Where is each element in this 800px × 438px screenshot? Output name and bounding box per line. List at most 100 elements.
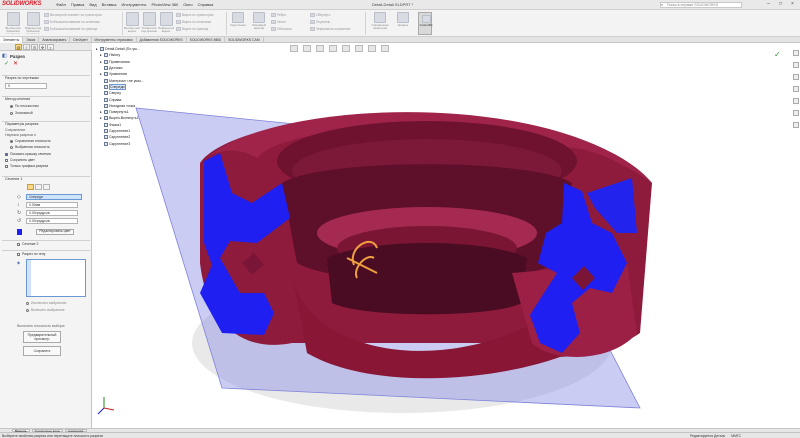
cancel-icon[interactable]: ✕: [13, 61, 18, 67]
method-by-planes-radio[interactable]: По плоскостям: [10, 104, 39, 108]
sweep-boss-item[interactable]: Вытянутый элемент по траектории: [44, 13, 102, 17]
reference-plane-radio[interactable]: Справочная плоскость: [10, 139, 51, 143]
graphics-area[interactable]: ✓: [92, 43, 800, 428]
hide-show-icon[interactable]: [355, 45, 363, 52]
dimxpert-manager-tab[interactable]: ✥: [39, 44, 46, 50]
display-style-icon[interactable]: [342, 45, 350, 52]
rotation-x-field[interactable]: 0.00градусов: [26, 210, 78, 216]
offset-value-field[interactable]: 0: [5, 83, 47, 89]
revolved-cut-button[interactable]: Повернутый вырез: [158, 12, 174, 34]
fillet-button[interactable]: Скругление: [230, 12, 246, 27]
section2-checkbox[interactable]: Сечение 2: [17, 242, 38, 246]
extruded-cut-button[interactable]: Вытянутый вырез: [124, 12, 140, 34]
exclude-selected-radio[interactable]: Исключить выбранное: [26, 301, 67, 305]
file-explorer-icon[interactable]: [793, 86, 799, 92]
selected-plane-radio[interactable]: Выбранная плоскость: [10, 145, 50, 149]
front-plane-icon[interactable]: [27, 184, 34, 190]
expand-arrow-icon[interactable]: ▸: [100, 110, 103, 114]
close-icon[interactable]: ×: [789, 1, 796, 8]
section-by-body-checkbox[interactable]: Разрез по телу: [17, 252, 45, 256]
curves-icon: [397, 12, 409, 23]
tree-item[interactable]: Скругление3: [96, 140, 170, 146]
feature-icon: [104, 122, 108, 127]
tree-item-label: Вырез-Вытянуть1: [109, 116, 139, 121]
reference-geometry-button[interactable]: Справочная геометрия: [370, 12, 390, 31]
boundary-cut-item[interactable]: Вырез по границе: [176, 27, 208, 31]
sweep-icon: [44, 13, 49, 17]
top-plane-icon[interactable]: [35, 184, 42, 190]
wrap-icon: [310, 13, 315, 17]
preview-button[interactable]: Предварительный просмотр: [23, 331, 61, 343]
property-manager-tab[interactable]: ▤: [15, 44, 22, 50]
accept-icon[interactable]: ✓: [4, 61, 9, 67]
appearance-icon[interactable]: [368, 45, 376, 52]
include-plane-label: Включить плоскость выбора: [17, 324, 65, 328]
view-orientation-icon[interactable]: [329, 45, 337, 52]
lofted-cut-item[interactable]: Вырез по сечениям: [176, 20, 211, 24]
section-view-icon[interactable]: [316, 45, 324, 52]
shell-item[interactable]: Оболочка: [271, 27, 292, 31]
view-palette-icon[interactable]: [793, 98, 799, 104]
offset-distance-field[interactable]: 0.00мм: [26, 202, 78, 208]
wrap-item[interactable]: Обернуть: [310, 13, 330, 17]
feature-icon: [104, 97, 108, 102]
draft-item[interactable]: Уклон: [271, 20, 286, 24]
display-manager-tab[interactable]: ◐: [47, 44, 54, 50]
menu-item-help[interactable]: Справка: [198, 2, 214, 7]
expand-arrow-icon[interactable]: ▸: [96, 47, 99, 51]
maximize-icon[interactable]: □: [777, 1, 784, 8]
curves-button[interactable]: Кривые: [395, 12, 411, 27]
zoom-area-icon[interactable]: [303, 45, 311, 52]
swept-cut-item[interactable]: Вырез по траектории: [176, 13, 213, 17]
menu-item-insert[interactable]: Вставка: [102, 2, 117, 7]
rotation-y-field[interactable]: 0.00градусов: [26, 218, 78, 224]
loft-boss-item[interactable]: Бобышка/основание по сечениям: [44, 20, 100, 24]
show-cap-checkbox[interactable]: Показать крышку сечения: [5, 152, 51, 156]
menu-item-view[interactable]: Вид: [89, 2, 96, 7]
expand-arrow-icon[interactable]: ▸: [100, 116, 103, 120]
design-library-icon[interactable]: [793, 74, 799, 80]
scene-icon[interactable]: [381, 45, 389, 52]
document-title: Detail-Detail.SLDPRT *: [372, 2, 414, 7]
hole-wizard-button[interactable]: Отверстие под крепеж: [141, 12, 157, 34]
menu-item-edit[interactable]: Правка: [71, 2, 85, 7]
extrude-boss-button[interactable]: Вытянутая бобышка/основание: [4, 12, 22, 34]
config-manager-tab[interactable]: ☰: [31, 44, 38, 50]
plane-selection-field[interactable]: Спереди: [26, 194, 82, 200]
revolve-boss-button[interactable]: Повернутая бобышка/основание: [24, 12, 42, 34]
menu-item-file[interactable]: Файл: [56, 2, 66, 7]
resources-icon[interactable]: [793, 62, 799, 68]
minimize-icon[interactable]: –: [765, 1, 772, 8]
search-input[interactable]: Поиск в справке SOLIDWORKS: [660, 1, 742, 8]
method-zonal-radio[interactable]: Зональный: [10, 111, 33, 115]
instant3d-button[interactable]: Instant3D: [418, 12, 432, 35]
menu-item-tools[interactable]: Инструменты: [121, 2, 146, 7]
units-status[interactable]: ММГС: [731, 434, 741, 438]
tree-item-label: Датчики: [109, 66, 123, 71]
appearances-icon[interactable]: [793, 110, 799, 116]
body-selection-list[interactable]: [26, 259, 86, 297]
save-button[interactable]: Сохранить: [23, 346, 61, 356]
zoom-fit-icon[interactable]: [290, 45, 298, 52]
edit-color-button[interactable]: Редактировать цвет: [36, 229, 74, 235]
expand-arrow-icon[interactable]: ▸: [100, 53, 103, 57]
menu-item-photoview[interactable]: PhotoView 360: [151, 2, 178, 7]
feature-manager-tab[interactable]: ≡: [23, 44, 30, 50]
intersect-item[interactable]: Пересечь: [310, 20, 330, 24]
home-icon[interactable]: [793, 50, 799, 56]
expand-arrow-icon[interactable]: ▸: [100, 60, 103, 64]
keep-color-checkbox[interactable]: Сохранить цвет: [5, 158, 35, 162]
mirror-item[interactable]: Зеркальное отражение: [310, 27, 350, 31]
graphics-only-checkbox[interactable]: Только графика разреза: [5, 164, 48, 168]
custom-properties-icon[interactable]: [793, 122, 799, 128]
boundary-boss-item[interactable]: Бобышка/основание по границе: [44, 27, 97, 31]
include-selected-radio[interactable]: Включить выбранное: [26, 308, 65, 312]
linear-pattern-button[interactable]: Линейный массив: [250, 12, 268, 31]
extrude-boss-icon: [6, 12, 20, 26]
feature-icon: [104, 141, 108, 146]
menu-item-window[interactable]: Окно: [183, 2, 192, 7]
heads-up-view-toolbar: [290, 45, 389, 52]
right-plane-icon[interactable]: [43, 184, 50, 190]
expand-arrow-icon[interactable]: ▸: [100, 72, 103, 76]
rib-item[interactable]: Ребро: [271, 13, 286, 17]
